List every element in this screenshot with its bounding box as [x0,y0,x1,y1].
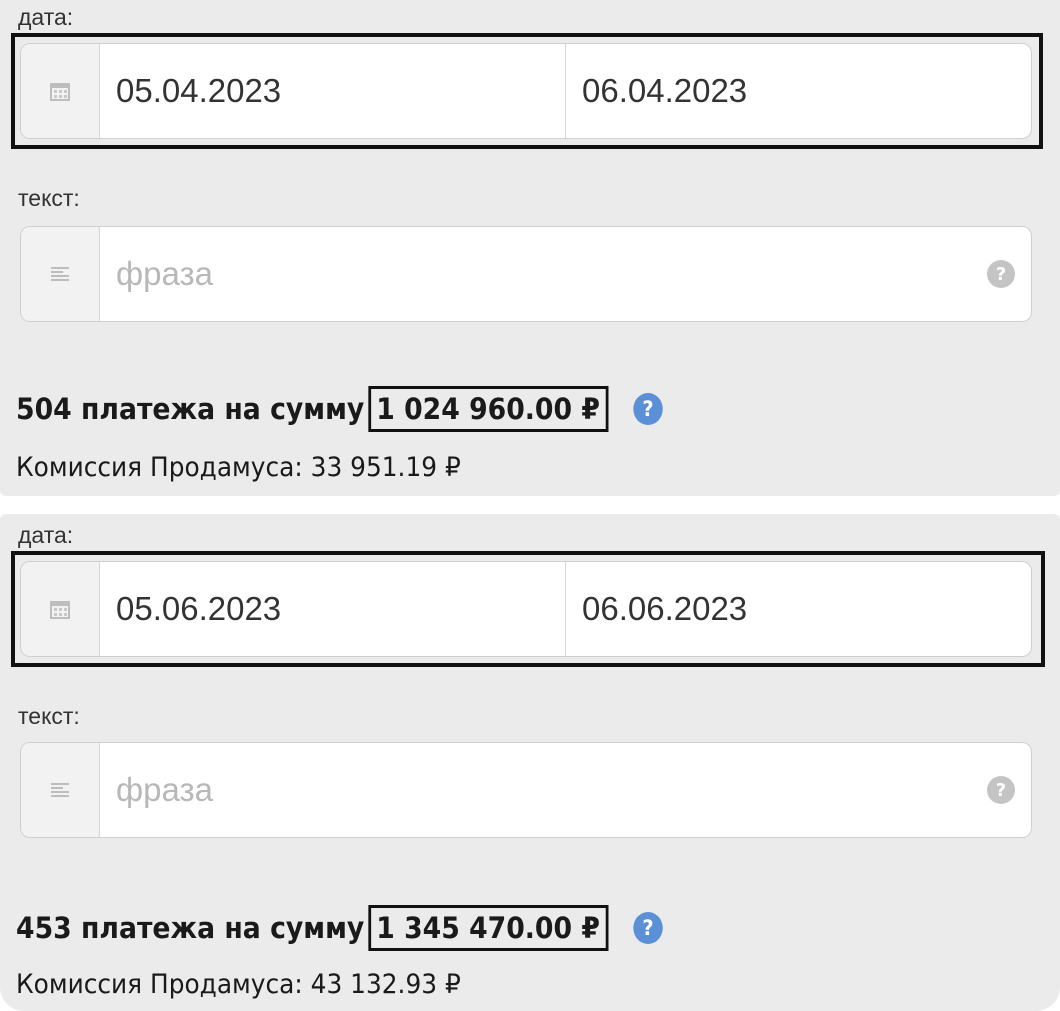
date-to-input[interactable]: 06.06.2023 [565,562,1031,656]
text-search-input[interactable]: фраза [100,227,971,321]
payments-filter-panel-2: дата: 05.06.2023 06.06.2023 текст: фраза… [0,514,1060,1011]
payments-summary: 504 платежа на сумму 1 024 960.00 ₽ ? [16,386,663,432]
text-label: текст: [18,185,80,211]
date-from-input[interactable]: 05.04.2023 [100,44,565,138]
payments-summary: 453 платежа на сумму 1 345 470.00 ₽ ? [16,905,663,951]
date-to-input[interactable]: 06.04.2023 [565,44,1031,138]
text-label: текст: [18,703,80,729]
svg-text:?: ? [642,396,653,421]
summary-total: 1 345 470.00 ₽ [367,905,609,951]
commission-text: Комиссия Продамуса: 33 951.19 ₽ [16,452,461,483]
svg-text:?: ? [996,780,1006,801]
summary-total: 1 024 960.00 ₽ [367,386,609,432]
text-lines-icon [21,743,100,837]
payments-filter-panel-1: дата: 05.04.2023 06.04.2023 текст: фраза… [0,0,1060,496]
date-from-input[interactable]: 05.06.2023 [100,562,565,656]
question-circle-icon[interactable]: ? [971,743,1031,837]
text-lines-icon [21,227,100,321]
calendar-icon[interactable] [21,44,100,138]
text-search-input[interactable]: фраза [100,743,971,837]
commission-text: Комиссия Продамуса: 43 132.93 ₽ [16,969,461,1000]
info-question-icon[interactable]: ? [632,911,663,945]
svg-text:?: ? [996,264,1006,285]
summary-prefix: 453 платежа на сумму [16,911,365,945]
summary-prefix: 504 платежа на сумму [16,392,365,426]
text-search-field: фраза ? [20,226,1032,322]
date-label: дата: [18,4,74,30]
text-search-field: фраза ? [20,742,1032,838]
svg-text:?: ? [642,915,653,940]
date-range-field: 05.04.2023 06.04.2023 [20,43,1032,139]
question-circle-icon[interactable]: ? [971,227,1031,321]
date-range-field: 05.06.2023 06.06.2023 [20,561,1032,657]
info-question-icon[interactable]: ? [632,392,663,426]
calendar-icon[interactable] [21,562,100,656]
date-label: дата: [18,522,74,548]
